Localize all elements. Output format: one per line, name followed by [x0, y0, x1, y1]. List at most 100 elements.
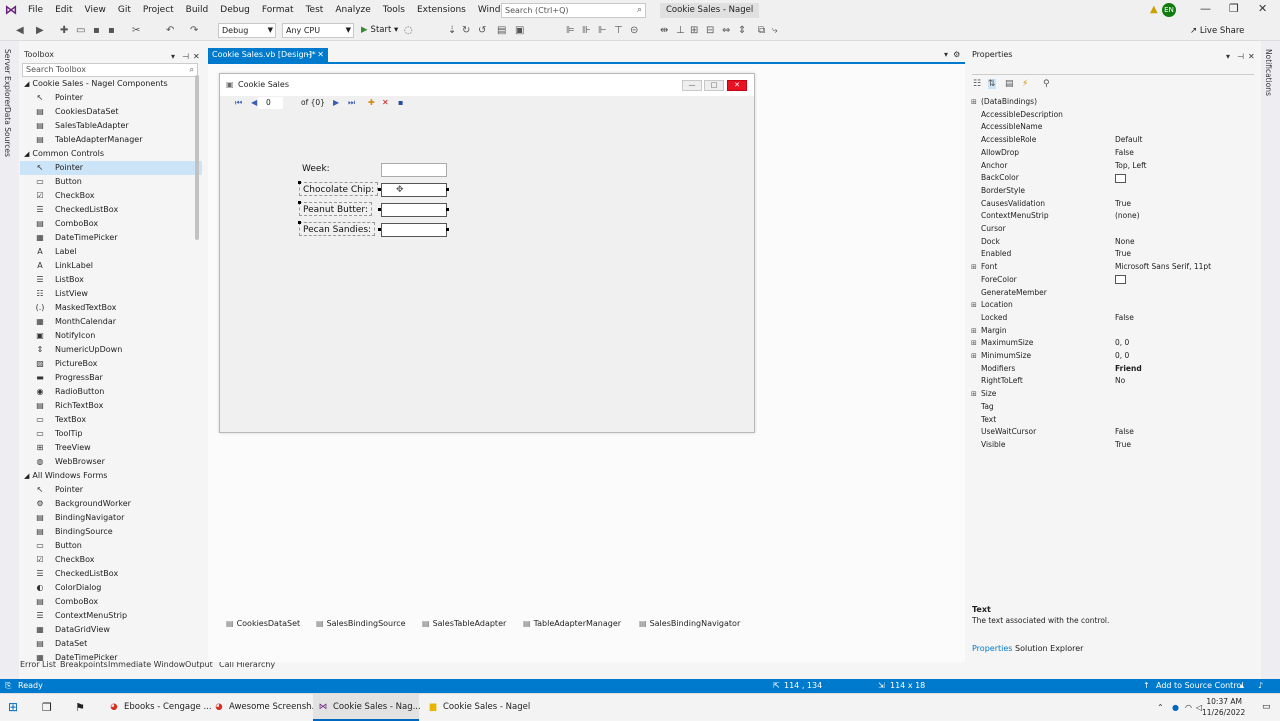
system-clock[interactable]: 10:37 AM 11/26/2022: [1202, 696, 1245, 718]
toolbox-item-contextmenustrip[interactable]: ☰ ContextMenuStrip: [20, 609, 202, 623]
make-same-height-icon[interactable]: ⊥: [676, 25, 685, 36]
tray-overflow-icon[interactable]: ⌃: [1157, 694, 1164, 721]
pin-icon[interactable]: ⊣: [1237, 50, 1244, 64]
toolbox-item-richtextbox[interactable]: ▤ RichTextBox: [20, 399, 202, 413]
tab-order-icon[interactable]: ⤷: [772, 25, 778, 36]
toolbox-item-maskedtextbox[interactable]: (.) MaskedTextBox: [20, 301, 202, 315]
horizontal-spacing-icon[interactable]: ⇔: [722, 25, 730, 36]
property-value[interactable]: [1115, 274, 1126, 287]
property-value[interactable]: None: [1115, 236, 1135, 249]
toolbox-item-bindingsource[interactable]: ▤ BindingSource: [20, 525, 202, 539]
menu-git[interactable]: Git: [112, 0, 137, 21]
cut-icon[interactable]: ✂: [132, 25, 140, 36]
toolbox-item-salestableadapter[interactable]: ▤ SalesTableAdapter: [20, 119, 202, 133]
toolbox-item-combobox[interactable]: ▤ ComboBox: [20, 217, 202, 231]
selection-handle[interactable]: [378, 208, 381, 211]
toolbox-item-picturebox[interactable]: ▨ PictureBox: [20, 357, 202, 371]
property-row-modifiers[interactable]: Modifiers Friend: [968, 363, 1254, 376]
save-icon[interactable]: ▪: [93, 25, 100, 36]
menu-test[interactable]: Test: [300, 0, 330, 21]
property-value[interactable]: True: [1115, 439, 1131, 452]
object-selector-dropdown[interactable]: [972, 63, 1254, 75]
toolbox-category[interactable]: ◢ Cookie Sales - Nagel Components: [20, 77, 202, 91]
make-same-width-icon[interactable]: ⇹: [660, 25, 668, 36]
property-row-backcolor[interactable]: BackColor: [968, 172, 1254, 185]
expand-icon[interactable]: ⊞: [971, 299, 977, 312]
warning-icon[interactable]: ▲: [1150, 4, 1158, 15]
move-next-icon[interactable]: ▶: [333, 96, 339, 110]
add-to-source-control-button[interactable]: Add to Source Control: [1156, 679, 1244, 693]
property-row-allowdrop[interactable]: AllowDrop False: [968, 147, 1254, 160]
toolbox-scrollbar[interactable]: [195, 75, 199, 240]
pecan-sandies-textbox[interactable]: [381, 223, 447, 237]
collapse-triangle-icon[interactable]: ◢: [24, 80, 29, 88]
align-rights-icon[interactable]: ⊩: [598, 25, 607, 36]
expand-icon[interactable]: ⊞: [971, 96, 977, 109]
options-dropdown-icon[interactable]: ▾: [1226, 50, 1230, 64]
menu-project[interactable]: Project: [137, 0, 180, 21]
week-textbox[interactable]: [381, 163, 447, 177]
save-all-icon[interactable]: ▪: [108, 25, 115, 36]
breakpoints-tab[interactable]: Breakpoints: [60, 660, 108, 669]
toolbox-item-notifyicon[interactable]: ▣ NotifyIcon: [20, 329, 202, 343]
property-value[interactable]: True: [1115, 248, 1131, 261]
property-row-contextmenustrip[interactable]: ContextMenuStrip (none): [968, 210, 1254, 223]
property-row-tag[interactable]: Tag: [968, 401, 1254, 414]
taskbar-app-2[interactable]: ⋈ Cookie Sales - Nag...: [313, 694, 421, 721]
toolbox-item-cookiesdataset[interactable]: ▤ CookiesDataSet: [20, 105, 202, 119]
hot-reload-icon[interactable]: ◌: [404, 25, 413, 36]
component-cookiesdataset[interactable]: ▤ CookiesDataSet: [226, 619, 300, 628]
pin-icon[interactable]: ⊣: [182, 50, 189, 64]
move-previous-icon[interactable]: ◀: [251, 96, 257, 110]
menu-build[interactable]: Build: [180, 0, 215, 21]
menu-format[interactable]: Format: [256, 0, 300, 21]
toolbox-item-backgroundworker[interactable]: ⚙ BackgroundWorker: [20, 497, 202, 511]
menu-extensions[interactable]: Extensions: [411, 0, 472, 21]
toolbox-item-button[interactable]: ▭ Button: [20, 175, 202, 189]
expand-icon[interactable]: ⊞: [971, 388, 977, 401]
component-tableadaptermanager[interactable]: ▤ TableAdapterManager: [523, 619, 621, 628]
menu-edit[interactable]: Edit: [49, 0, 78, 21]
bring-to-front-icon[interactable]: ⧉: [758, 25, 765, 36]
toolbox-item-label[interactable]: A Label: [20, 245, 202, 259]
immediate-window-tab[interactable]: Immediate Window: [108, 660, 185, 669]
toolbox-item-datagridview[interactable]: ▦ DataGridView: [20, 623, 202, 637]
property-row-anchor[interactable]: Anchor Top, Left: [968, 160, 1254, 173]
delete-icon[interactable]: ✕: [382, 96, 389, 110]
property-value[interactable]: 0, 0: [1115, 350, 1129, 363]
taskbar-app-1[interactable]: ◕ Awesome Screensh...: [209, 694, 319, 721]
toolbox-item-tooltip[interactable]: ▭ ToolTip: [20, 427, 202, 441]
property-row-text[interactable]: Text: [968, 414, 1254, 427]
options-dropdown-icon[interactable]: ▾: [171, 50, 175, 64]
property-row-generatemember[interactable]: GenerateMember: [968, 287, 1254, 300]
solution-config-dropdown[interactable]: Debug ▼: [218, 23, 276, 38]
property-row-location[interactable]: ⊞ Location: [968, 299, 1254, 312]
taskbar-app-3[interactable]: ▆ Cookie Sales - Nagel: [423, 694, 530, 721]
task-view-icon[interactable]: ❐: [42, 694, 58, 721]
property-value[interactable]: (none): [1115, 210, 1140, 223]
pinned-app-icon[interactable]: ⚑: [75, 694, 91, 721]
expand-icon[interactable]: ⊞: [971, 325, 977, 338]
align-lefts-icon[interactable]: ⊫: [566, 25, 575, 36]
add-new-icon[interactable]: ✚: [368, 96, 375, 110]
data-sources-tab[interactable]: Data Sources: [3, 107, 12, 157]
property-row-enabled[interactable]: Enabled True: [968, 248, 1254, 261]
collapse-triangle-icon[interactable]: ◢: [24, 472, 29, 480]
pecan-sandies-label[interactable]: Pecan Sandies:: [299, 222, 376, 236]
toolbox-item-button[interactable]: ▭ Button: [20, 539, 202, 553]
toolbox-item-bindingnavigator[interactable]: ▤ BindingNavigator: [20, 511, 202, 525]
property-row-usewaitcursor[interactable]: UseWaitCursor False: [968, 426, 1254, 439]
toolbox-item-listview[interactable]: ☷ ListView: [20, 287, 202, 301]
property-row-visible[interactable]: Visible True: [968, 439, 1254, 452]
property-row-accessibledescription[interactable]: AccessibleDescription: [968, 109, 1254, 122]
toolbox-item-textbox[interactable]: ▭ TextBox: [20, 413, 202, 427]
property-row-font[interactable]: ⊞ Font Microsoft Sans Serif, 11pt: [968, 261, 1254, 274]
menu-debug[interactable]: Debug: [214, 0, 256, 21]
toolbox-item-dataset[interactable]: ▤ DataSet: [20, 637, 202, 651]
toolbox-item-checkbox[interactable]: ☑ CheckBox: [20, 553, 202, 567]
toolbox-search-input[interactable]: Search Toolbox ⌕: [22, 63, 198, 77]
peanut-butter-label[interactable]: Peanut Butter:: [299, 202, 373, 216]
start-button[interactable]: ▶ Start ▾: [361, 24, 398, 37]
expand-icon[interactable]: ⊞: [971, 261, 977, 274]
layout-icon[interactable]: ▣: [515, 25, 524, 36]
